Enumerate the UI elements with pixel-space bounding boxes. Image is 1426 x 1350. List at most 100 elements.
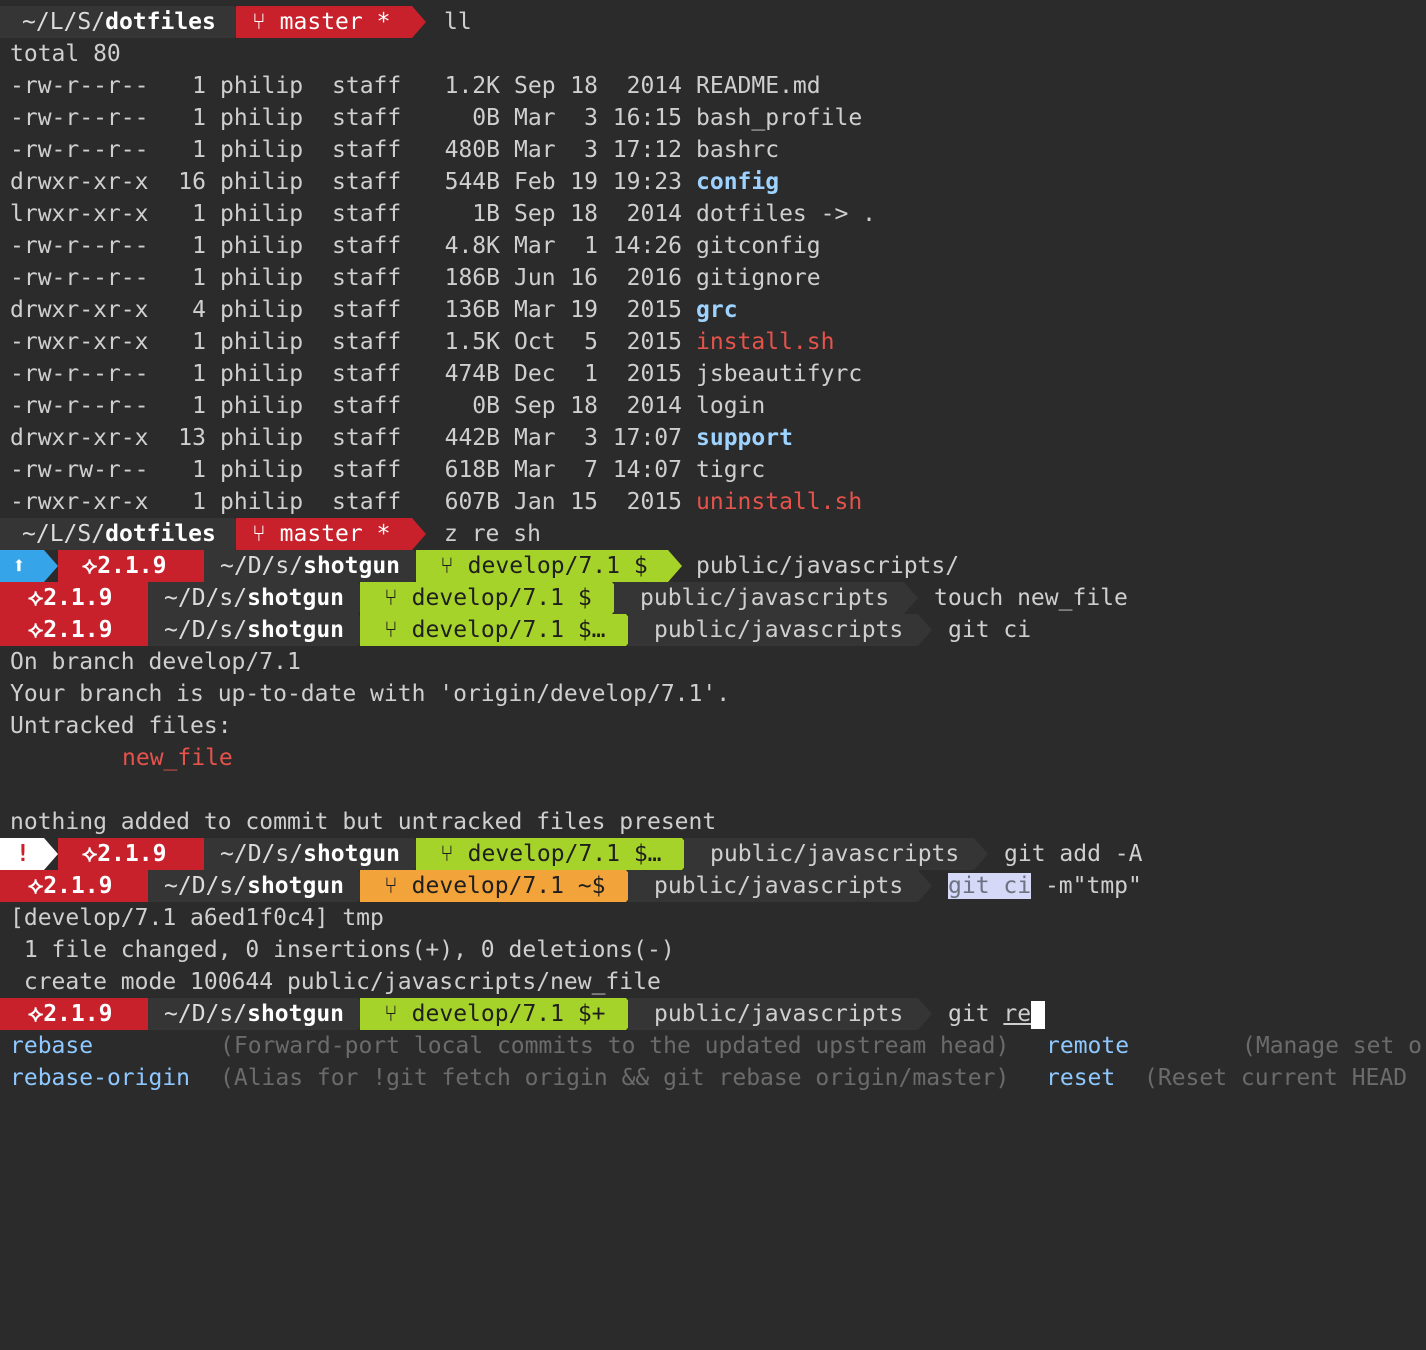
cwd-segment: ~/D/s/shotgun [204,838,414,870]
ls-filename[interactable]: dotfiles -> . [696,198,876,230]
ls-row: -rw-r--r-- 1 philip staff 4.8K Mar 1 14:26 gitco… [0,230,1426,262]
ls-month: Sep [514,73,556,99]
ls-perm: -rw-r--r-- [10,393,149,419]
command-text: git ci -m"tmp" [948,873,1142,899]
ls-user: philip [220,329,304,355]
segment-separator [918,998,932,1030]
ls-day: 16 [570,265,598,291]
command-text: git ci [948,617,1032,643]
ls-user: philip [220,137,304,163]
terminal-window[interactable]: ~/L/S/dotfiles ⑂ master * ll total 80 -r… [0,0,1426,1177]
branch-icon: ⑂ [440,553,454,579]
ls-group: staff [332,361,402,387]
ls-perm: -rw-r--r-- [10,233,149,259]
ls-group: staff [332,137,402,163]
ls-filename[interactable]: uninstall.sh [696,486,862,518]
ls-group: staff [332,73,402,99]
output-line: Your branch is up-to-date with 'origin/d… [10,681,731,707]
ls-month: Mar [514,105,556,131]
ls-perm: -rw-r--r-- [10,265,149,291]
ls-size: 618B [444,457,500,483]
completion-description: (Alias for !git fetch origin && git reba… [220,1065,1010,1091]
untracked-file: new_file [122,745,233,771]
output-line: create mode 100644 public/javascripts/ne… [10,969,661,995]
ruby-version-segment: ⟡2.1.9 [0,614,148,646]
ls-month: Mar [514,297,556,323]
ls-filename[interactable]: bash_profile [696,102,862,134]
ls-user: philip [220,425,304,451]
path-segment: public/javascripts [614,582,904,614]
ls-user: philip [220,361,304,387]
ls-day: 1 [584,233,598,259]
ls-links: 1 [192,233,206,259]
ls-links: 1 [192,361,206,387]
ls-time: 2015 [626,361,682,387]
error-status-badge: ! [0,838,44,870]
text-cursor [1031,1000,1046,1029]
ls-filename[interactable]: README.md [696,70,821,102]
completion-item[interactable]: reset [1046,1062,1115,1094]
ls-filename[interactable]: gitignore [696,262,821,294]
command-input[interactable]: git re [948,998,1046,1030]
ls-month: Sep [514,393,556,419]
ls-time: 2014 [626,73,682,99]
ls-user: philip [220,105,304,131]
ls-time: 2016 [626,265,682,291]
segment-separator [412,6,426,38]
ls-links: 1 [192,201,206,227]
up-arrow-icon: ⬆ [0,550,44,582]
cwd-segment: ~/D/s/shotgun [204,550,414,582]
ls-perm: drwxr-xr-x [10,425,149,451]
cwd-segment: ~/L/S/dotfiles [0,518,234,550]
completion-item[interactable]: rebase [10,1030,93,1062]
cwd-segment: ~/L/S/dotfiles [0,6,234,38]
ls-group: staff [332,425,402,451]
branch-icon: ⑂ [384,585,398,611]
ls-filename[interactable]: config [696,166,779,198]
completion-item[interactable]: rebase-origin [10,1062,190,1094]
segment-separator [44,838,58,870]
ls-row: -rwxr-xr-x 1 philip staff 607B Jan 15 2015 unins… [0,486,1426,518]
ls-user: philip [220,265,304,291]
completion-description: (Manage set o [1242,1033,1423,1059]
ls-size: 474B [444,361,500,387]
ls-day: 19 [570,169,598,195]
ruby-gem-icon: ⟡ [28,873,44,899]
ls-filename[interactable]: tigrc [696,454,765,486]
output-line: 1 file changed, 0 insertions(+), 0 delet… [10,937,675,963]
ls-filename[interactable]: gitconfig [696,230,821,262]
ls-month: Feb [514,169,556,195]
ls-filename[interactable]: login [696,390,765,422]
ls-row: -rwxr-xr-x 1 philip staff 1.5K Oct 5 2015 instal… [0,326,1426,358]
ls-filename[interactable]: bashrc [696,134,779,166]
ls-filename[interactable]: jsbeautifyrc [696,358,862,390]
ls-day: 18 [570,393,598,419]
ls-row: drwxr-xr-x 13 philip staff 442B Mar 3 17:07 supp… [0,422,1426,454]
completion-item[interactable]: remote [1046,1030,1129,1062]
ls-size: 136B [444,297,500,323]
ls-day: 3 [584,425,598,451]
ls-perm: -rwxr-xr-x [10,329,149,355]
ls-filename[interactable]: install.sh [696,326,834,358]
branch-icon: ⑂ [384,873,398,899]
ls-size: 1.5K [444,329,500,355]
ls-month: Sep [514,201,556,227]
ls-links: 1 [192,457,206,483]
ls-perm: drwxr-xr-x [10,169,149,195]
prompt-line: ⟡2.1.9 ~/D/s/shotgun ⑂ develop/7.1 $… pu… [0,614,1426,646]
ls-filename[interactable]: grc [696,294,738,326]
git-branch-segment: ⑂ develop/7.1 $+ [360,998,626,1030]
ls-month: Jan [514,489,556,515]
selected-text[interactable]: git ci [948,873,1032,899]
ls-links: 4 [192,297,206,323]
ls-group: staff [332,329,402,355]
ruby-version-segment: ⟡2.1.9 [0,998,148,1030]
path-segment: public/javascripts [628,998,918,1030]
ls-user: philip [220,297,304,323]
ls-day: 1 [584,361,598,387]
ls-time: 19:23 [612,169,682,195]
ls-links: 1 [192,73,206,99]
ls-filename[interactable]: support [696,422,793,454]
git-branch-segment: ⑂ develop/7.1 $… [360,614,626,646]
prompt-line: ⬆ ⟡2.1.9 ~/D/s/shotgun ⑂ develop/7.1 $ p… [0,550,1426,582]
